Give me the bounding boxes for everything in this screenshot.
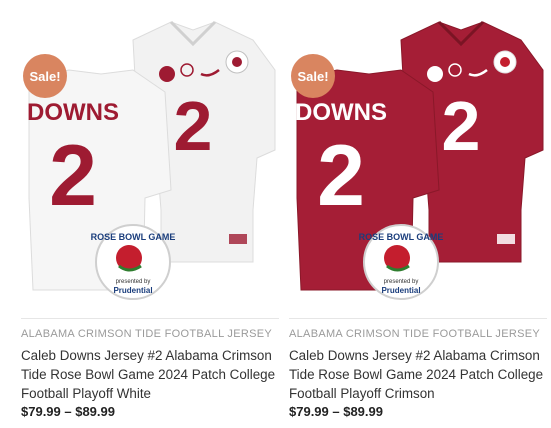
svg-text:Prudential: Prudential (113, 286, 152, 295)
product-image[interactable]: 2 DOWNS 2 ROSE BOWL GAME presented by Pr… (21, 0, 279, 312)
product-title-link[interactable]: Caleb Downs Jersey #2 Alabama Crimson Ti… (289, 346, 547, 403)
svg-text:ROSE BOWL GAME: ROSE BOWL GAME (359, 232, 444, 242)
jersey-image: 2 DOWNS 2 ROSE BOWL GAME presented by Pr… (21, 0, 279, 312)
divider (289, 318, 547, 319)
sale-badge: Sale! (23, 54, 67, 98)
product-category-link[interactable]: ALABAMA CRIMSON TIDE FOOTBALL JERSEY (289, 328, 547, 340)
svg-text:2: 2 (317, 128, 365, 224)
product-card[interactable]: 2 DOWNS 2 ROSE BOWL GAME presented by Pr… (21, 0, 279, 428)
jersey-image: 2 DOWNS 2 ROSE BOWL GAME presented by Pr… (289, 0, 547, 312)
product-image[interactable]: 2 DOWNS 2 ROSE BOWL GAME presented by Pr… (289, 0, 547, 312)
svg-text:2: 2 (174, 87, 213, 165)
svg-text:2: 2 (442, 87, 481, 165)
product-category-link[interactable]: ALABAMA CRIMSON TIDE FOOTBALL JERSEY (21, 328, 279, 340)
svg-text:DOWNS: DOWNS (27, 99, 119, 126)
svg-text:2: 2 (49, 128, 97, 224)
sale-badge: Sale! (291, 54, 335, 98)
svg-text:presented by: presented by (116, 279, 151, 285)
svg-text:DOWNS: DOWNS (295, 99, 387, 126)
product-price: $79.99 – $89.99 (289, 404, 383, 419)
svg-text:Prudential: Prudential (381, 286, 420, 295)
product-title-link[interactable]: Caleb Downs Jersey #2 Alabama Crimson Ti… (21, 346, 279, 403)
svg-text:presented by: presented by (384, 279, 419, 285)
svg-text:ROSE BOWL GAME: ROSE BOWL GAME (91, 232, 176, 242)
product-price: $79.99 – $89.99 (21, 404, 115, 419)
divider (21, 318, 279, 319)
product-card[interactable]: 2 DOWNS 2 ROSE BOWL GAME presented by Pr… (289, 0, 547, 428)
